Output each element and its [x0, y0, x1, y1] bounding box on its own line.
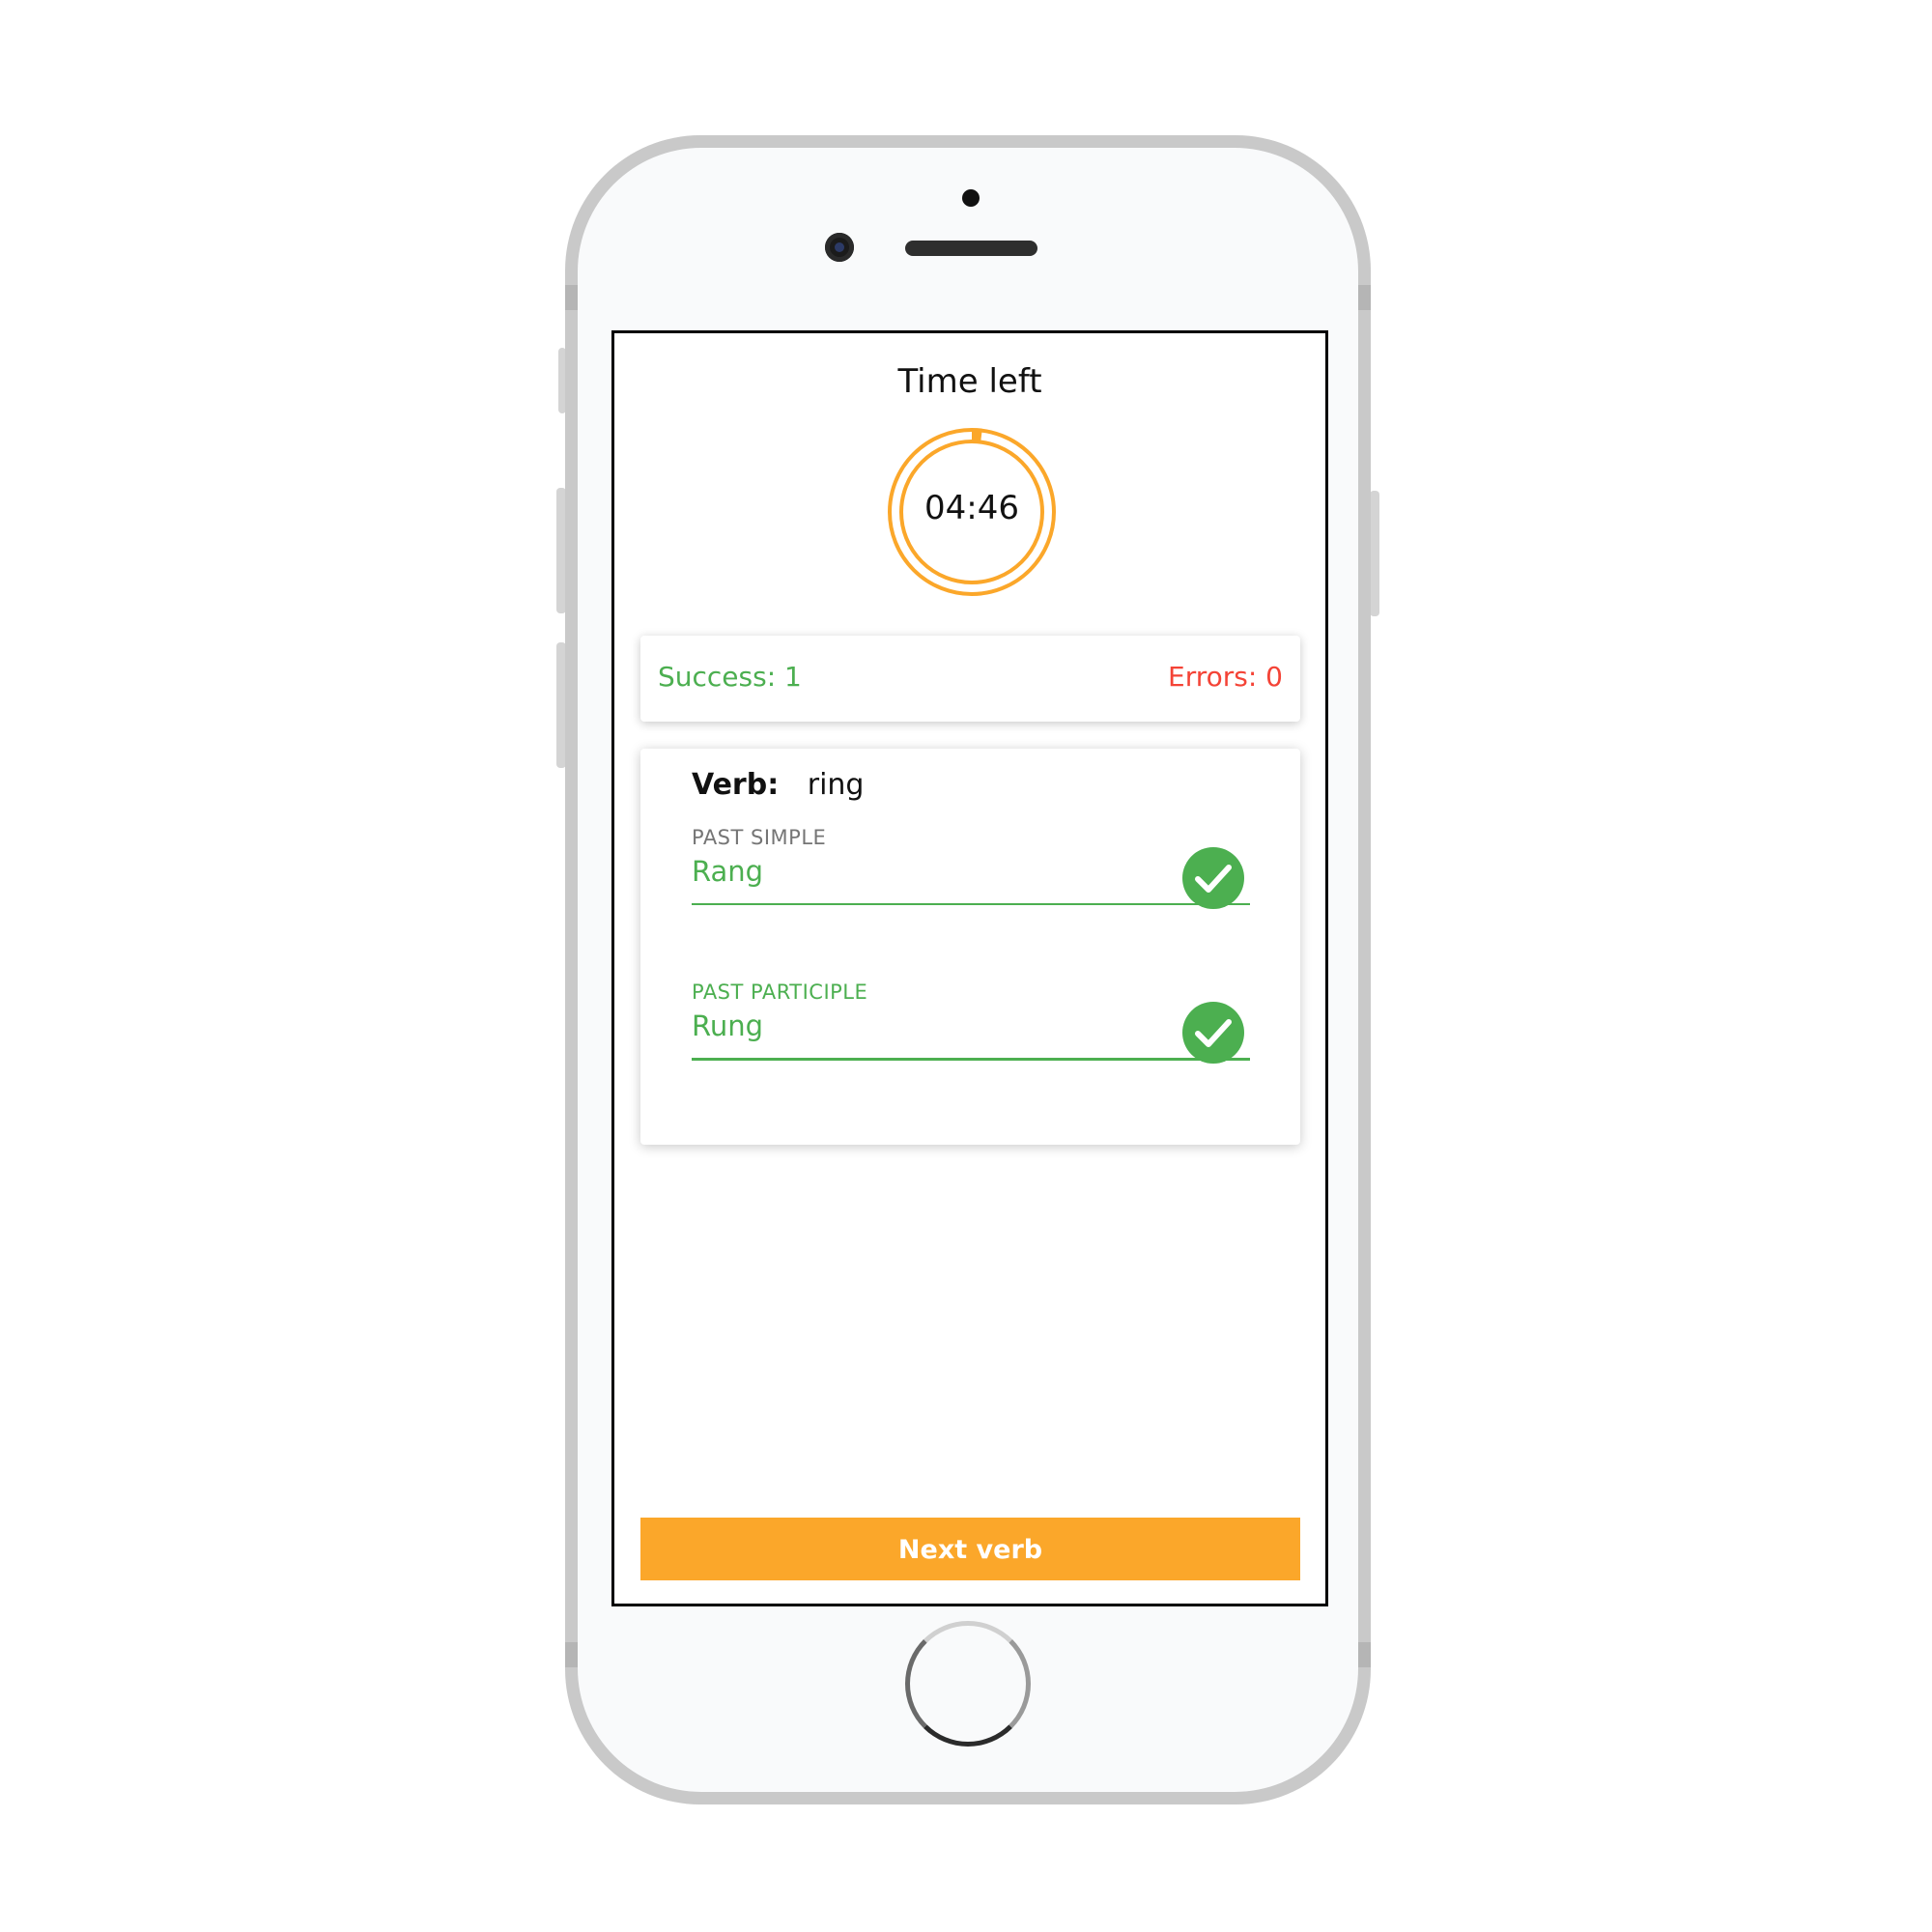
proximity-sensor [962, 189, 980, 207]
check-circle-icon [1182, 847, 1244, 909]
antenna-band [1358, 285, 1371, 310]
antenna-band [565, 285, 578, 310]
verb-row: Verb: ring [692, 768, 864, 802]
device-frame: Time left 04:46 Success: 1 Errors: 0 Ver… [0, 0, 1932, 1932]
past-participle-label: PAST PARTICIPLE [692, 980, 868, 1004]
antenna-band [565, 1642, 578, 1667]
past-participle-underline [692, 1058, 1250, 1061]
score-card: Success: 1 Errors: 0 [640, 636, 1300, 722]
verb-value: ring [807, 768, 865, 802]
front-camera-icon [825, 233, 854, 262]
check-circle-icon [1182, 1002, 1244, 1064]
verb-card: Verb: ring PAST SIMPLE Rang PAST PARTICI… [640, 749, 1300, 1145]
past-simple-underline [692, 903, 1250, 905]
antenna-band [1358, 1642, 1371, 1667]
earpiece-speaker [905, 241, 1037, 256]
past-simple-field[interactable]: PAST SIMPLE Rang [692, 826, 1250, 913]
past-participle-input[interactable]: Rung [692, 1009, 763, 1042]
success-count: Success: 1 [658, 661, 802, 693]
time-left-title: Time left [897, 362, 1042, 401]
app-screen: Time left 04:46 Success: 1 Errors: 0 Ver… [611, 330, 1328, 1606]
countdown-timer: 04:46 [885, 425, 1059, 599]
timer-value: 04:46 [924, 489, 1019, 527]
past-participle-field[interactable]: PAST PARTICIPLE Rung [692, 980, 1250, 1067]
past-simple-label: PAST SIMPLE [692, 826, 827, 849]
timer-progress-marker [971, 431, 982, 441]
home-button[interactable] [905, 1621, 1031, 1747]
next-verb-button[interactable]: Next verb [640, 1518, 1300, 1580]
errors-count: Errors: 0 [1168, 661, 1283, 693]
past-simple-input[interactable]: Rang [692, 855, 763, 888]
power-button [1370, 491, 1379, 616]
verb-label: Verb: [692, 768, 780, 802]
